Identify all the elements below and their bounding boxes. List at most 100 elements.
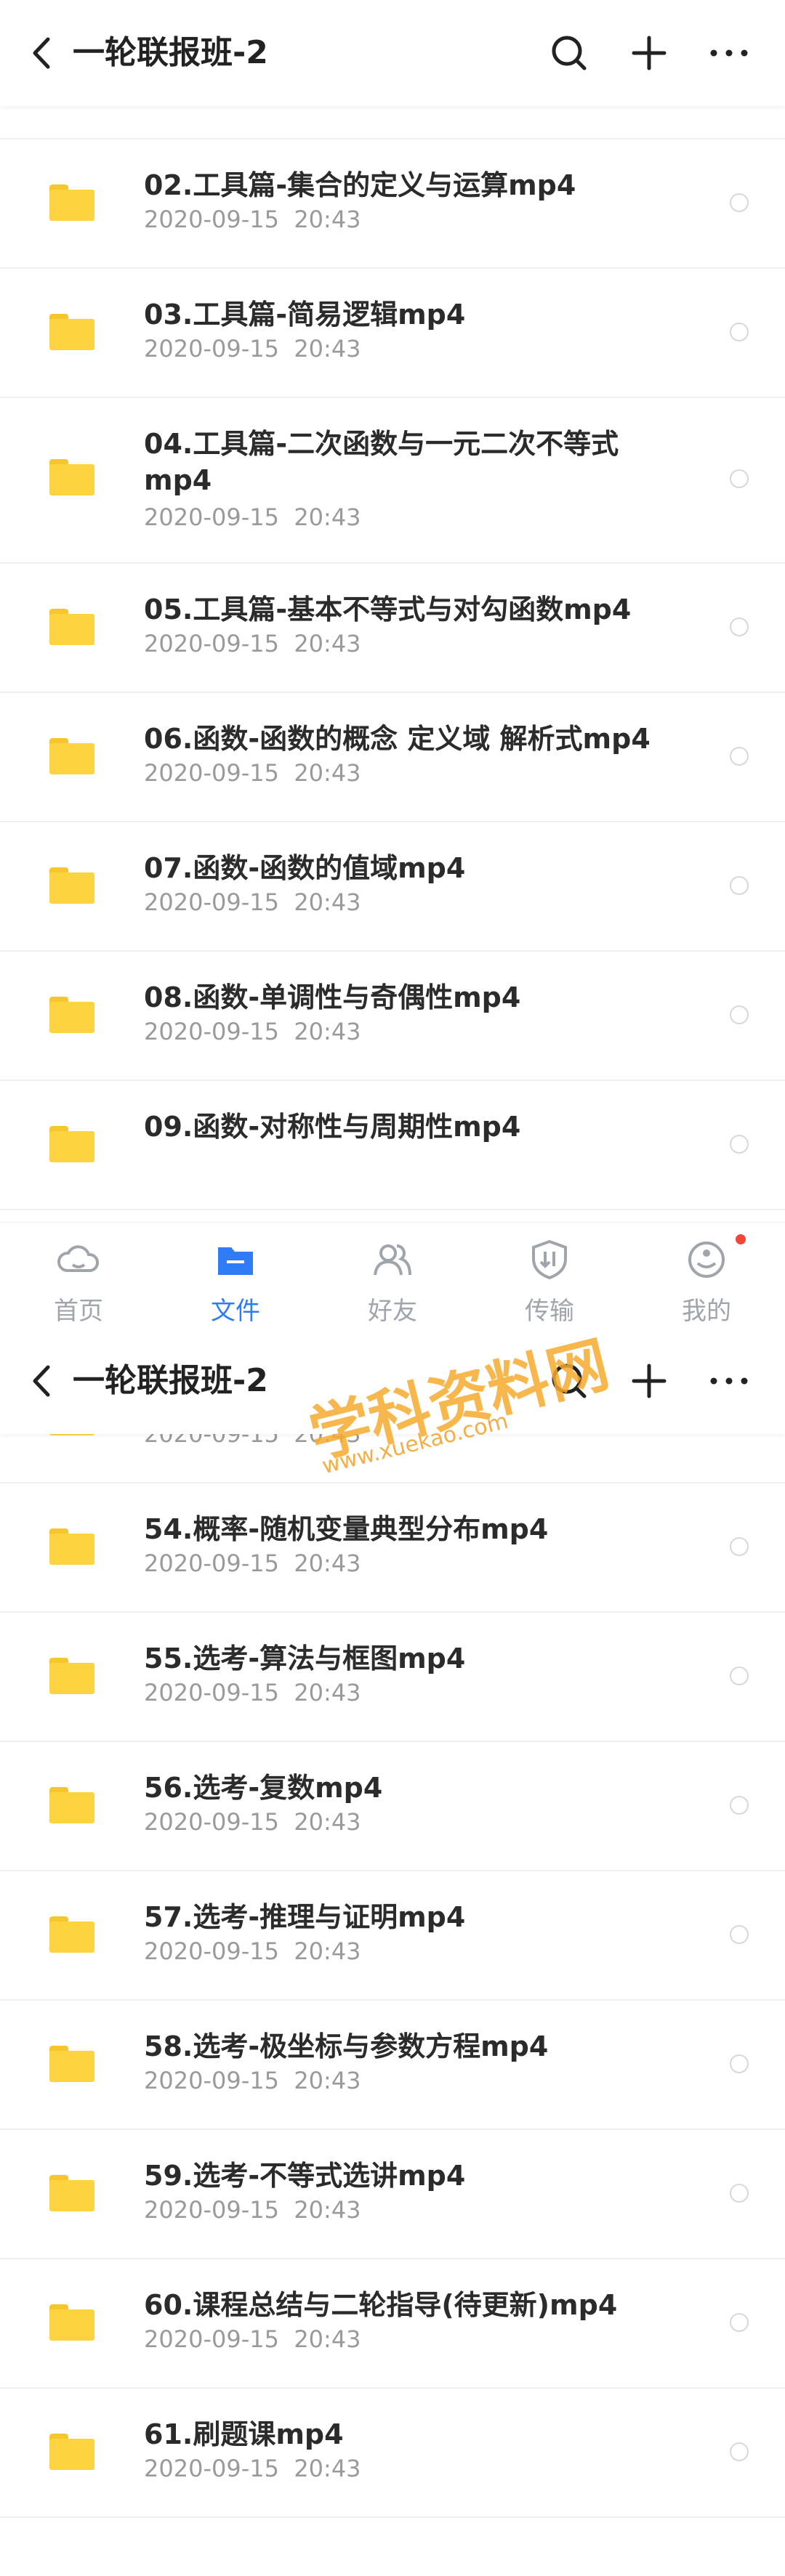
select-radio[interactable] [730, 1537, 749, 1556]
file-name: 05.工具篇-基本不等式与对勾函数mp4 [144, 594, 632, 625]
tab-label: 好友 [368, 1297, 417, 1326]
file-date: 2020-09-15 20:43 [144, 206, 361, 233]
top-bar: 一轮联报班-2 [0, 0, 785, 106]
file-name: 03.工具篇-简易逻辑mp4 [144, 299, 466, 331]
file-row[interactable]: 54.概率-随机变量典型分布mp4 2020-09-15 20:43 [0, 1482, 785, 1613]
more-icon[interactable] [705, 29, 753, 77]
file-row[interactable]: 09.函数-对称性与周期性mp4 [0, 1080, 785, 1210]
file-name: 59.选考-不等式选讲mp4 [144, 2160, 466, 2192]
select-radio[interactable] [730, 2442, 749, 2461]
top-bar: 一轮联报班-2 [0, 1328, 785, 1434]
folder-icon [49, 1126, 94, 1162]
file-date: 2020-09-15 20:43 [144, 1018, 361, 1045]
folder-icon [49, 867, 94, 904]
folder-icon [49, 185, 94, 221]
select-radio[interactable] [730, 876, 749, 895]
file-date: 2020-09-15 20:43 [144, 2325, 361, 2353]
file-row[interactable]: 59.选考-不等式选讲mp4 2020-09-15 20:43 [0, 2129, 785, 2259]
select-radio[interactable] [730, 2313, 749, 2332]
tab-profile[interactable]: 我的 [628, 1223, 785, 1328]
select-radio[interactable] [730, 1925, 749, 1944]
file-date: 2020-09-15 20:43 [144, 335, 361, 362]
file-date: 2020-09-15 20:43 [144, 1550, 361, 1577]
folder-icon [49, 1528, 94, 1565]
folder-icon [49, 1916, 94, 1953]
file-row[interactable]: 60.课程总结与二轮指导(待更新)mp4 2020-09-15 20:43 [0, 2258, 785, 2389]
file-row[interactable]: 55.选考-算法与框图mp4 2020-09-15 20:43 [0, 1611, 785, 1742]
page-title: 一轮联报班-2 [73, 34, 268, 71]
file-row[interactable]: 57.选考-推理与证明mp4 2020-09-15 20:43 [0, 1870, 785, 2001]
file-date: 2020-09-15 20:43 [144, 2067, 361, 2094]
select-radio[interactable] [730, 1796, 749, 1815]
select-radio[interactable] [730, 2184, 749, 2203]
select-radio[interactable] [730, 617, 749, 636]
file-row[interactable]: 04.工具篇-二次函数与一元二次不等式mp4 2020-09-15 20:43 [0, 397, 785, 564]
file-date: 2020-09-15 20:43 [144, 2196, 361, 2224]
file-name: 58.选考-极坐标与参数方程mp4 [144, 2030, 549, 2062]
folder-icon [49, 609, 94, 645]
bottom-tab-bar: 首页 文件 好友 传输 我的 [0, 1222, 785, 1328]
file-name: 54.概率-随机变量典型分布mp4 [144, 1513, 549, 1545]
file-name: 07.函数-函数的值域mp4 [144, 852, 466, 884]
folder-icon [49, 2175, 94, 2211]
select-radio[interactable] [730, 193, 749, 212]
folder-icon [49, 314, 94, 350]
transfer-shield-icon [532, 1239, 567, 1280]
select-radio[interactable] [730, 323, 749, 341]
file-name: 55.选考-算法与框图mp4 [144, 1643, 466, 1674]
file-name: 04.工具篇-二次函数与一元二次不等式mp4 [144, 428, 619, 496]
search-icon[interactable] [545, 29, 593, 77]
folder-icon [49, 1787, 94, 1823]
tab-home[interactable]: 首页 [0, 1223, 157, 1328]
file-row[interactable]: 56.选考-复数mp4 2020-09-15 20:43 [0, 1741, 785, 1871]
screenshot-top: 一轮联报班-2 01.课程导学与全年课程规划2020-09-15 20:4302… [0, 0, 785, 1328]
profile-icon [688, 1242, 725, 1278]
add-icon[interactable] [625, 29, 673, 77]
tab-label: 我的 [682, 1297, 731, 1326]
folder-icon [49, 997, 94, 1033]
select-radio[interactable] [730, 2054, 749, 2073]
tab-label: 传输 [525, 1297, 574, 1326]
tab-friends[interactable]: 好友 [314, 1223, 471, 1328]
search-icon[interactable] [545, 1357, 593, 1405]
cloud-icon [57, 1245, 100, 1272]
friends-icon [374, 1244, 411, 1276]
file-date: 2020-09-15 20:43 [144, 759, 361, 787]
file-date: 2020-09-15 20:43 [144, 503, 361, 531]
file-row[interactable]: 03.工具篇-简易逻辑mp4 2020-09-15 20:43 [0, 267, 785, 398]
tab-files[interactable]: 文件 [157, 1223, 314, 1328]
screenshot-bottom: 一轮联报班-2 学科资料网 www.xuekao.com 53.概率-离散型随机… [0, 1328, 785, 2576]
folder-icon [49, 1658, 94, 1694]
folder-icon [49, 738, 94, 774]
file-row[interactable]: 61.刷题课mp4 2020-09-15 20:43 [0, 2387, 785, 2518]
file-name: 02.工具篇-集合的定义与运算mp4 [144, 169, 576, 201]
back-arrow-icon[interactable] [22, 29, 65, 77]
file-date: 2020-09-15 20:43 [144, 1808, 361, 1836]
file-row[interactable]: 07.函数-函数的值域mp4 2020-09-15 20:43 [0, 821, 785, 952]
select-radio[interactable] [730, 1135, 749, 1154]
select-radio[interactable] [730, 469, 749, 488]
file-row[interactable]: 08.函数-单调性与奇偶性mp4 2020-09-15 20:43 [0, 950, 785, 1081]
file-date: 2020-09-15 20:43 [144, 630, 361, 657]
file-date: 2020-09-15 20:43 [144, 2455, 361, 2482]
folder-icon [218, 1247, 253, 1275]
tab-transfer[interactable]: 传输 [471, 1223, 628, 1328]
file-name: 06.函数-函数的概念 定义域 解析式mp4 [144, 723, 651, 755]
add-icon[interactable] [625, 1357, 673, 1405]
select-radio[interactable] [730, 747, 749, 766]
more-icon[interactable] [705, 1357, 753, 1405]
file-name: 09.函数-对称性与周期性mp4 [144, 1111, 521, 1143]
file-date: 2020-09-15 20:43 [144, 888, 361, 916]
select-radio[interactable] [730, 1666, 749, 1685]
page-title: 一轮联报班-2 [73, 1362, 268, 1399]
select-radio[interactable] [730, 1005, 749, 1024]
file-name: 60.课程总结与二轮指导(待更新)mp4 [144, 2289, 618, 2321]
file-row[interactable]: 58.选考-极坐标与参数方程mp4 2020-09-15 20:43 [0, 1999, 785, 2130]
file-row[interactable]: 06.函数-函数的概念 定义域 解析式mp4 2020-09-15 20:43 [0, 692, 785, 822]
folder-icon [49, 2304, 94, 2341]
back-arrow-icon[interactable] [22, 1357, 65, 1405]
folder-icon [49, 459, 94, 495]
file-name: 61.刷题课mp4 [144, 2418, 344, 2450]
file-row[interactable]: 05.工具篇-基本不等式与对勾函数mp4 2020-09-15 20:43 [0, 562, 785, 693]
file-row[interactable]: 02.工具篇-集合的定义与运算mp4 2020-09-15 20:43 [0, 138, 785, 269]
